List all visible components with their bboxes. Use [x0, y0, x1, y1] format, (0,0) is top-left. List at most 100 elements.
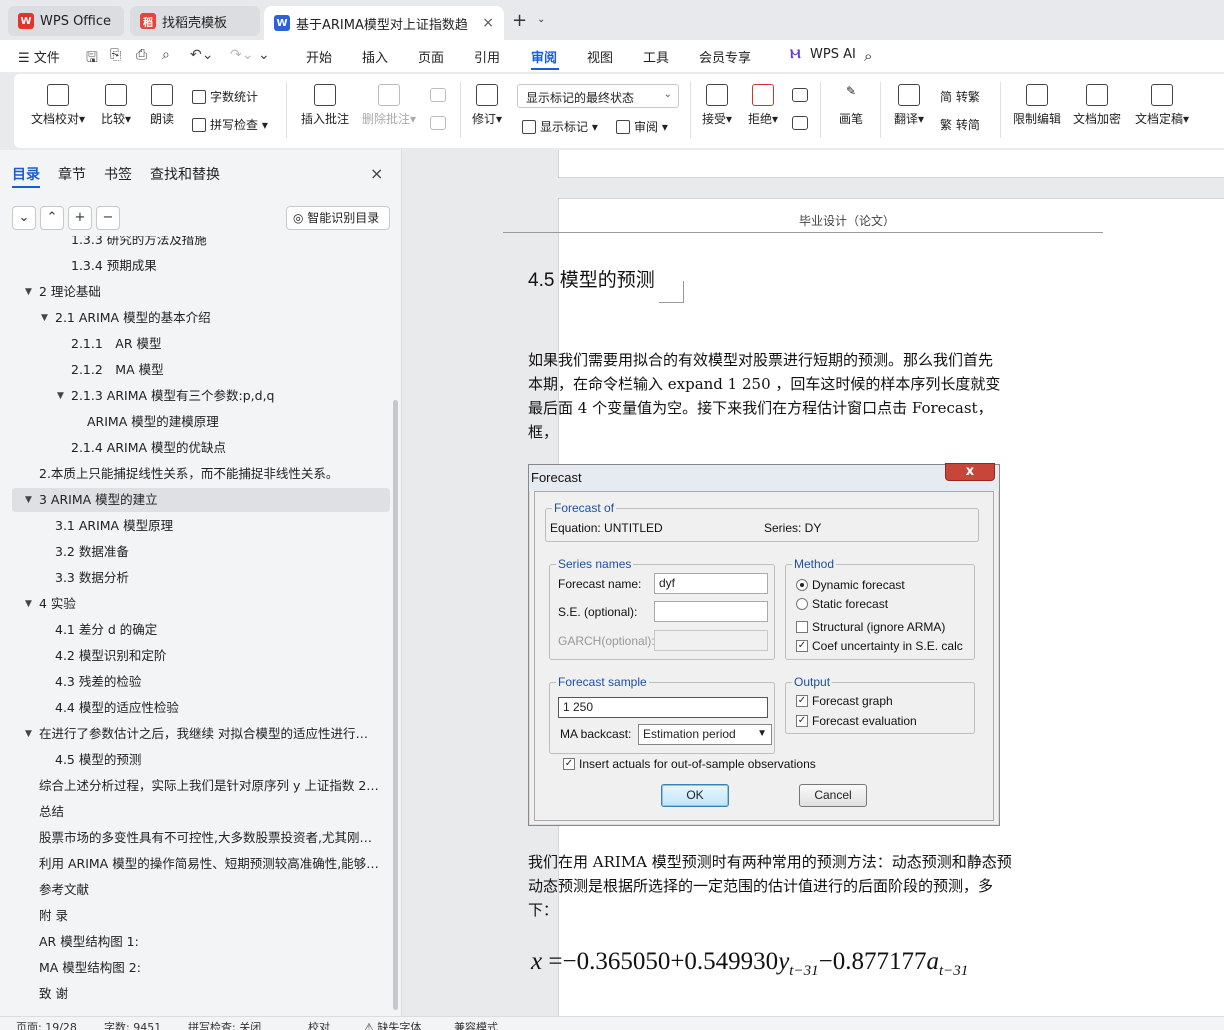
expand-arrow-icon[interactable]: ▼: [25, 592, 32, 616]
toc-item[interactable]: 参考文献: [39, 878, 380, 902]
show-markup-button[interactable]: 显示标记 ▾: [522, 118, 598, 135]
toc-item[interactable]: 2 理论基础: [39, 280, 380, 304]
word-count[interactable]: 字数: 9451: [104, 1019, 161, 1030]
spell-check-status[interactable]: 拼写检查: 关闭: [188, 1019, 261, 1030]
expand-all-button[interactable]: ⌃: [40, 206, 64, 230]
new-tab-button[interactable]: +: [512, 10, 527, 31]
toc-item[interactable]: 2.1 ARIMA 模型的基本介绍: [55, 306, 380, 330]
menu-review[interactable]: 审阅: [531, 47, 557, 66]
toc-item[interactable]: 附 录: [39, 904, 380, 928]
encrypt-button[interactable]: 文档加密: [1070, 84, 1124, 127]
tab-current-document[interactable]: W 基于ARIMA模型对上证指数趋 ×: [264, 6, 504, 40]
toc-item[interactable]: 1.3.3 研究的方法及措施: [71, 236, 380, 252]
toc-item[interactable]: 2.1.1 AR 模型: [71, 332, 380, 356]
toc-item[interactable]: 4.2 模型识别和定阶: [55, 644, 380, 668]
close-icon[interactable]: ×: [370, 164, 383, 183]
redo-icon[interactable]: ↷⌄: [230, 47, 253, 63]
toc-item[interactable]: 致 谢: [39, 982, 380, 1006]
toc-item[interactable]: 4.5 模型的预测: [55, 748, 380, 772]
toc-item[interactable]: 3 ARIMA 模型的建立: [12, 488, 390, 512]
toc-item[interactable]: 3.1 ARIMA 模型原理: [55, 514, 380, 538]
print-preview-icon[interactable]: ⌕: [162, 47, 170, 63]
menu-page[interactable]: 页面: [418, 47, 444, 66]
toc-item[interactable]: 2.1.2 MA 模型: [71, 358, 380, 382]
reject-button[interactable]: 拒绝▾: [744, 84, 782, 127]
toc-item[interactable]: AR 模型结构图 1:: [39, 930, 380, 954]
toc-item[interactable]: 4.1 差分 d 的确定: [55, 618, 380, 642]
to-simplified-button[interactable]: 繁 转简: [940, 116, 980, 133]
delete-comment-button[interactable]: 删除批注▾: [358, 84, 420, 127]
toc-item[interactable]: 3.3 数据分析: [55, 566, 380, 590]
proofread-status[interactable]: 校对: [308, 1019, 330, 1030]
menu-tools[interactable]: 工具: [643, 47, 669, 66]
expand-arrow-icon[interactable]: ▼: [25, 488, 32, 512]
expand-arrow-icon[interactable]: ▼: [25, 722, 32, 746]
tab-wps-office[interactable]: W WPS Office: [8, 6, 124, 36]
menu-insert[interactable]: 插入: [362, 47, 388, 66]
tab-docer-templates[interactable]: 稻 找稻壳模板: [130, 6, 260, 36]
tab-bookmarks[interactable]: 书签: [104, 164, 132, 184]
nav-scrollbar[interactable]: [393, 400, 398, 1010]
print-icon[interactable]: ⎙: [136, 47, 147, 63]
toc-item[interactable]: 在进行了参数估计之后，我继续 对拟合模型的适应性进行检验 ...: [39, 722, 380, 746]
menu-start[interactable]: 开始: [306, 47, 332, 66]
restrict-edit-button[interactable]: 限制编辑: [1010, 84, 1064, 127]
read-aloud-button[interactable]: 朗读: [144, 84, 180, 127]
page-indicator[interactable]: 页面: 19/28: [16, 1019, 77, 1030]
markup-mode-select[interactable]: 显示标记的最终状态 ⌄: [517, 84, 679, 108]
prev-comment-button[interactable]: [426, 88, 450, 106]
toc-item[interactable]: 1.3.4 预期成果: [71, 254, 380, 278]
word-count-button[interactable]: 字数统计: [192, 88, 258, 105]
spell-check-button[interactable]: 拼写检查 ▾: [192, 116, 268, 133]
toc-item[interactable]: 4 实验: [39, 592, 380, 616]
menu-reference[interactable]: 引用: [474, 47, 500, 66]
insert-comment-button[interactable]: 插入批注: [298, 84, 352, 127]
doc-check-button[interactable]: 文档校对▾: [28, 84, 88, 127]
toc-item[interactable]: ARIMA 模型的建模原理: [87, 410, 380, 434]
prev-change-button[interactable]: [790, 88, 810, 106]
next-change-button[interactable]: [790, 116, 810, 134]
menu-view[interactable]: 视图: [587, 47, 613, 66]
toc-item[interactable]: 2.1.4 ARIMA 模型的优缺点: [71, 436, 380, 460]
missing-font-status[interactable]: ⚠ 缺失字体: [364, 1019, 421, 1030]
track-changes-button[interactable]: 修订▾: [468, 84, 506, 127]
translate-button[interactable]: 翻译▾: [890, 84, 928, 127]
to-traditional-button[interactable]: 简 转繁: [940, 88, 980, 105]
menu-member[interactable]: 会员专享: [699, 47, 751, 66]
share-icon[interactable]: ⎘: [110, 47, 121, 63]
pen-button[interactable]: ✎ 画笔: [834, 84, 868, 127]
expand-arrow-icon[interactable]: ▼: [41, 306, 48, 330]
collapse-all-button[interactable]: ⌄: [12, 206, 36, 230]
compare-button[interactable]: 比较▾: [96, 84, 136, 127]
review-pane-button[interactable]: 审阅 ▾: [616, 118, 668, 135]
add-heading-button[interactable]: +: [68, 206, 92, 230]
smart-toc-button[interactable]: ◎ 智能识别目录: [286, 206, 390, 230]
more-icon[interactable]: ⌄: [258, 47, 270, 63]
save-icon[interactable]: 🖫: [86, 47, 98, 71]
expand-arrow-icon[interactable]: ▼: [25, 280, 32, 304]
toc-item[interactable]: 利用 ARIMA 模型的操作简易性、短期预测较高准确性,能够为 ...: [39, 852, 380, 876]
undo-icon[interactable]: ↶⌄: [190, 47, 213, 63]
toc-item[interactable]: 综合上述分析过程，实际上我们是针对原序列 y 上证指数 201 ...: [39, 774, 380, 798]
chevron-down-icon[interactable]: ⌄: [537, 14, 545, 25]
tab-chapters[interactable]: 章节: [58, 164, 86, 184]
next-comment-button[interactable]: [426, 116, 450, 134]
search-icon[interactable]: ⌕: [864, 47, 872, 65]
toc-item[interactable]: 4.3 残差的检验: [55, 670, 380, 694]
remove-heading-button[interactable]: −: [96, 206, 120, 230]
toc-item[interactable]: 4.4 模型的适应性检验: [55, 696, 380, 720]
toc-item[interactable]: 2.本质上只能捕捉线性关系，而不能捕捉非线性关系。: [39, 462, 380, 486]
close-tab-icon[interactable]: ×: [482, 15, 494, 31]
finalize-button[interactable]: 文档定稿▾: [1130, 84, 1194, 127]
menu-wps-ai[interactable]: WPS AI: [810, 47, 856, 62]
toc-item[interactable]: MA 模型结构图 2:: [39, 956, 380, 980]
toc-item[interactable]: 3.2 数据准备: [55, 540, 380, 564]
expand-arrow-icon[interactable]: ▼: [57, 384, 64, 408]
toc-item[interactable]: 股票市场的多变性具有不可控性,大多数股票投资者,尤其刚进入 ...: [39, 826, 380, 850]
tab-find-replace[interactable]: 查找和替换: [150, 164, 220, 184]
tab-toc[interactable]: 目录: [12, 164, 40, 184]
accept-button[interactable]: 接受▾: [698, 84, 736, 127]
toc-item[interactable]: 总结: [39, 800, 380, 824]
file-menu[interactable]: ☰ 文件: [18, 47, 60, 66]
toc-item[interactable]: 2.1.3 ARIMA 模型有三个参数:p,d,q: [71, 384, 380, 408]
